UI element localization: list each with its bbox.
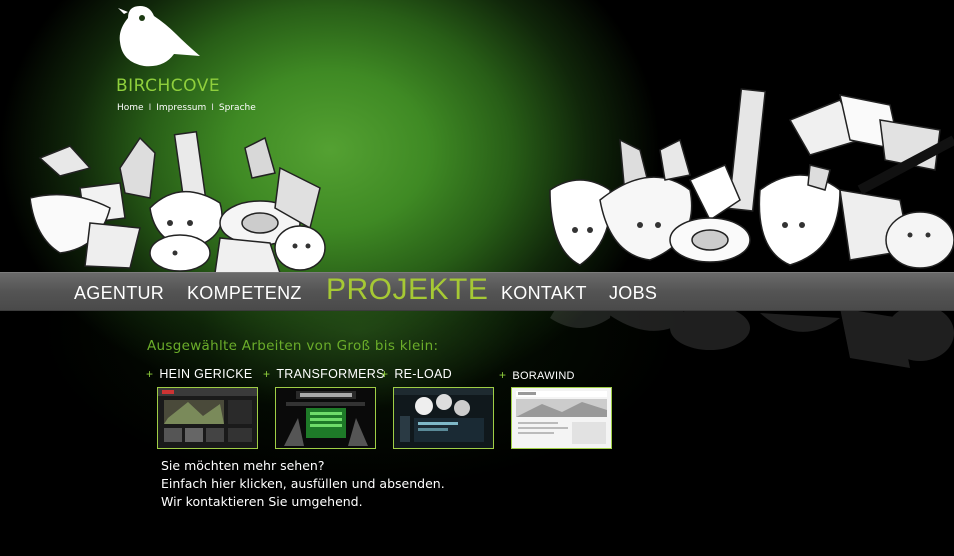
website-preview-icon [512,388,611,448]
project-label-re-load[interactable]: + RE-LOAD [381,367,452,381]
topnav-separator: I [148,103,152,113]
topnav-impressum-link[interactable]: Impressum [156,103,206,113]
section-subtitle: Ausgewählte Arbeiten von Groß bis klein: [147,338,439,354]
website-preview-icon [394,388,493,448]
project-thumbnail-borawind[interactable] [511,387,612,449]
project-thumbnail-hein-gericke[interactable] [157,387,258,449]
graffiti-artwork-left [30,130,326,273]
nav-agentur[interactable]: AGENTUR [74,273,164,310]
project-label-hein-gericke[interactable]: + HEIN GERICKE [146,367,253,381]
brand-name[interactable]: BIRCHCOVE [116,76,220,96]
project-title: HEIN GERICKE [159,367,253,381]
contact-call-to-action[interactable]: Sie möchten mehr sehen? Einfach hier kli… [161,457,445,511]
topnav-sprache-link[interactable]: Sprache [219,103,256,113]
graffiti-artwork-right [549,88,954,269]
cta-line-1: Sie möchten mehr sehen? [161,458,325,473]
plus-icon: + [263,367,271,381]
project-thumbnail-transformers[interactable] [275,387,376,449]
nav-projekte[interactable]: PROJEKTE [326,273,488,310]
cta-line-3: Wir kontaktieren Sie umgehend. [161,494,363,509]
plus-icon: + [381,367,389,381]
topnav-separator: I [211,103,214,113]
bird-icon [118,6,200,67]
project-label-transformers[interactable]: + TRANSFORMERS [263,367,385,381]
website-preview-icon [276,388,375,448]
top-navigation: Home I Impressum I Sprache [117,103,256,113]
nav-kontakt[interactable]: KONTAKT [501,273,587,310]
nav-jobs[interactable]: JOBS [609,273,657,310]
cta-line-2: Einfach hier klicken, ausfüllen und abse… [161,476,445,491]
project-thumbnail-re-load[interactable] [393,387,494,449]
topnav-home-link[interactable]: Home [117,103,144,113]
nav-kompetenz[interactable]: KOMPETENZ [187,273,302,310]
website-preview-icon [158,388,257,448]
plus-icon: + [499,368,507,382]
project-label-borawind[interactable]: + BORAWIND [499,368,575,382]
main-navigation: AGENTUR KOMPETENZ PROJEKTE KONTAKT JOBS [0,272,954,311]
plus-icon: + [146,367,154,381]
project-title: TRANSFORMERS [276,367,385,381]
project-title: RE-LOAD [394,367,452,381]
project-title: BORAWIND [512,370,575,382]
